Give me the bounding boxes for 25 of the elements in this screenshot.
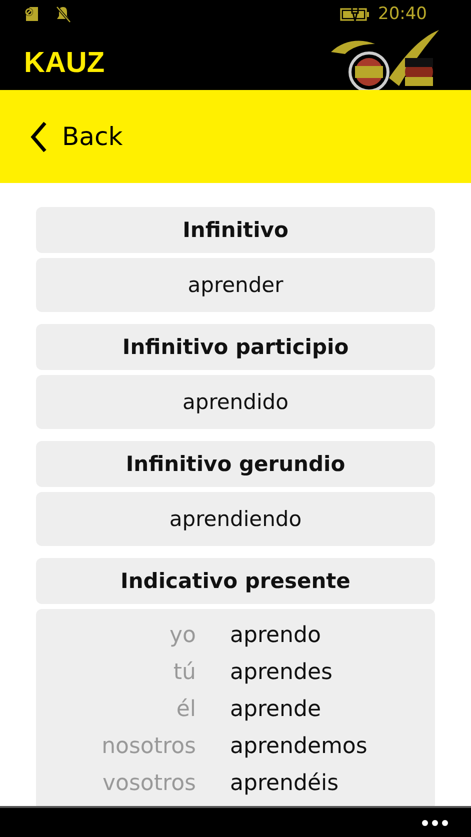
back-button[interactable]: Back <box>30 120 123 152</box>
section-header: Infinitivo participio <box>36 324 435 370</box>
section-header: Infinitivo gerundio <box>36 441 435 487</box>
section-header: Indicativo presente <box>36 558 435 604</box>
status-time: 20:40 <box>378 4 427 24</box>
pronoun: él <box>175 697 196 722</box>
verb-form: aprendemos <box>230 734 368 759</box>
sim-icon <box>24 6 40 22</box>
verb-form: aprendo <box>230 623 322 648</box>
section-value: aprendiendo <box>36 492 435 546</box>
verb-form: aprendéis <box>230 771 340 796</box>
battery-charging-icon <box>340 6 370 22</box>
section-value: aprendido <box>36 375 435 429</box>
pronoun: vosotros <box>101 771 196 796</box>
verb-form: aprende <box>230 697 322 722</box>
pronoun: nosotros <box>100 734 196 759</box>
verb-form: aprendes <box>230 660 334 685</box>
muted-bell-icon <box>54 5 72 23</box>
section-header: Infinitivo <box>36 207 435 253</box>
pronoun: tú <box>172 660 196 685</box>
more-icon[interactable] <box>421 818 449 826</box>
app-title: KAUZ <box>24 47 105 80</box>
section-value: aprender <box>36 258 435 312</box>
pronoun: yo <box>168 623 196 648</box>
back-chevron-icon <box>30 120 48 152</box>
